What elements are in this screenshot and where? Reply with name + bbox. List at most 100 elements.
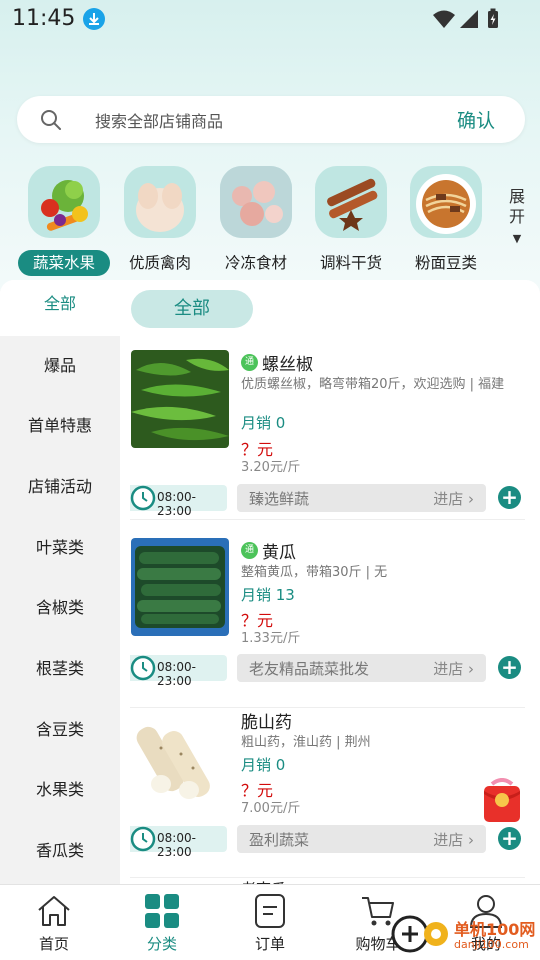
shop-hours: 08:00-23:00 xyxy=(130,655,227,688)
sub-filter-all[interactable]: 全部 xyxy=(131,290,253,328)
shop-link[interactable]: 盈利蔬菜 进店 › xyxy=(237,825,486,853)
add-to-cart-button[interactable]: + xyxy=(498,656,521,679)
signal-icon xyxy=(460,10,478,28)
home-icon xyxy=(38,896,70,926)
main-panel: 全部 爆品 首单特惠 店铺活动 叶菜类 含椒类 根茎类 含豆类 水果类 香瓜类 … xyxy=(0,280,540,884)
shop-name: 臻选鲜蔬 xyxy=(249,490,310,508)
product-monthly-sales: 月销 0 xyxy=(241,414,286,432)
category-strip: 蔬菜水果 优质禽肉 冷冻食材 调料干货 粉面豆类 展开 ▼ xyxy=(0,162,540,280)
tab-category[interactable]: 分类 xyxy=(108,885,216,960)
category-poultry[interactable]: 优质禽肉 xyxy=(114,162,202,274)
shop-link[interactable]: 老友精品蔬菜批发 进店 › xyxy=(237,654,486,682)
enter-shop-link[interactable]: 进店 › xyxy=(433,829,474,850)
category-spices[interactable]: 调料干货 xyxy=(305,162,393,274)
shop-hours: 08:00-23:00 xyxy=(130,826,227,859)
status-icons xyxy=(433,8,498,28)
clock-icon xyxy=(130,826,156,852)
category-label: 优质禽肉 xyxy=(128,254,191,272)
product-image xyxy=(131,708,229,806)
left-nav-item[interactable]: 叶菜类 xyxy=(0,528,120,568)
watermark-text: 单机100网 xyxy=(454,920,536,939)
spices-icon xyxy=(315,166,387,238)
chevron-down-icon: ▼ xyxy=(512,232,522,245)
left-nav-item[interactable]: 爆品 xyxy=(0,346,120,386)
left-nav-item[interactable]: 首单特惠 xyxy=(0,406,120,446)
category-frozen-food[interactable]: 冷冻食材 xyxy=(210,162,298,274)
watermark-logo-icon xyxy=(391,915,448,953)
product-description: 优质螺丝椒，略弯带箱20斤，欢迎选购 | 福建 xyxy=(241,377,505,392)
category-vegetables-fruits[interactable]: 蔬菜水果 xyxy=(18,162,110,276)
search-input[interactable]: 搜索全部店铺商品 xyxy=(95,108,223,132)
left-nav-item[interactable]: 含豆类 xyxy=(0,710,120,750)
search-icon xyxy=(41,110,61,130)
product-card[interactable]: 脆山药 粗山药，淮山药 | 荆州 月销 0 ？元 7.00元/斤 08:00-2… xyxy=(130,708,525,878)
product-card[interactable]: 通 螺丝椒 优质螺丝椒，略弯带箱20斤，欢迎选购 | 福建 月销 0 ？元 3.… xyxy=(130,350,525,520)
shop-name: 盈利蔬菜 xyxy=(249,831,310,849)
product-name: 黄瓜 xyxy=(262,542,296,563)
vegetables-fruits-icon xyxy=(28,166,100,238)
clock-icon xyxy=(130,485,156,511)
product-name: 脆山药 xyxy=(241,712,292,733)
category-label: 粉面豆类 xyxy=(414,254,477,272)
product-description: 整箱黄瓜，带箱30斤 | 无 xyxy=(241,565,388,580)
left-nav-item[interactable]: 水果类 xyxy=(0,770,120,810)
shop-hours-text: 08:00-23:00 xyxy=(157,831,196,859)
product-monthly-sales: 月销 0 xyxy=(241,756,286,774)
tab-label: 首页 xyxy=(38,935,69,953)
shop-hours-text: 08:00-23:00 xyxy=(157,490,196,518)
shop-name: 老友精品蔬菜批发 xyxy=(249,660,370,678)
order-icon xyxy=(255,894,285,928)
left-nav-all[interactable]: 全部 xyxy=(0,280,120,336)
tab-label: 分类 xyxy=(146,935,177,953)
enter-shop-link[interactable]: 进店 › xyxy=(433,488,474,509)
left-nav-item[interactable]: 香瓜类 xyxy=(0,831,120,871)
product-title: 通 黄瓜 xyxy=(241,538,296,563)
download-icon xyxy=(83,8,105,30)
product-unit-price: 7.00元/斤 xyxy=(241,801,301,816)
product-description: 粗山药，淮山药 | 荆州 xyxy=(241,735,371,750)
product-title: 通 螺丝椒 xyxy=(241,350,313,375)
category-label: 蔬菜水果 xyxy=(18,250,110,276)
watermark-subtext: danji100.com xyxy=(454,938,529,951)
shop-hours: 08:00-23:00 xyxy=(130,485,227,518)
search-confirm-button[interactable]: 确认 xyxy=(457,106,495,133)
product-tag-badge: 通 xyxy=(241,541,258,559)
status-bar: 11:45 xyxy=(0,0,540,38)
product-title: 脆山药 xyxy=(241,708,292,733)
product-image xyxy=(131,350,229,448)
category-noodles[interactable]: 粉面豆类 xyxy=(400,162,488,274)
status-time: 11:45 xyxy=(12,6,76,31)
expand-label: 展开 xyxy=(508,187,525,226)
left-nav: 爆品 首单特惠 店铺活动 叶菜类 含椒类 根茎类 含豆类 水果类 香瓜类 xyxy=(0,336,120,884)
left-nav-item[interactable]: 含椒类 xyxy=(0,588,120,628)
add-to-cart-button[interactable]: + xyxy=(498,827,521,850)
product-tag-badge: 通 xyxy=(241,353,258,371)
frozen-food-icon xyxy=(220,166,292,238)
product-card[interactable]: 通 黄瓜 整箱黄瓜，带箱30斤 | 无 月销 13 ？元 1.33元/斤 08:… xyxy=(130,538,525,708)
left-nav-item[interactable]: 店铺活动 xyxy=(0,467,120,507)
poultry-icon xyxy=(124,166,196,238)
shop-hours-text: 08:00-23:00 xyxy=(157,660,196,688)
site-watermark: 单机100网 danji100.com xyxy=(390,908,540,960)
expand-categories-button[interactable]: 展开 ▼ xyxy=(506,187,528,249)
wifi-icon xyxy=(433,10,455,28)
tab-label: 订单 xyxy=(254,935,285,953)
red-packet-icon[interactable] xyxy=(480,778,524,824)
search-bar[interactable]: 搜索全部店铺商品 确认 xyxy=(17,96,525,143)
noodles-icon xyxy=(410,166,482,238)
product-unit-price: 3.20元/斤 xyxy=(241,460,301,475)
category-label: 调料干货 xyxy=(319,254,382,272)
shop-link[interactable]: 臻选鲜蔬 进店 › xyxy=(237,484,486,512)
enter-shop-link[interactable]: 进店 › xyxy=(433,658,474,679)
product-unit-price: 1.33元/斤 xyxy=(241,631,301,646)
product-name: 螺丝椒 xyxy=(262,354,313,375)
tab-orders[interactable]: 订单 xyxy=(216,885,324,960)
left-nav-item[interactable]: 根茎类 xyxy=(0,649,120,689)
category-label: 冷冻食材 xyxy=(224,254,287,272)
product-monthly-sales: 月销 13 xyxy=(241,586,295,604)
add-to-cart-button[interactable]: + xyxy=(498,486,521,509)
category-grid-icon xyxy=(145,894,179,928)
tab-home[interactable]: 首页 xyxy=(0,885,108,960)
clock-icon xyxy=(130,655,156,681)
product-image xyxy=(131,538,229,636)
